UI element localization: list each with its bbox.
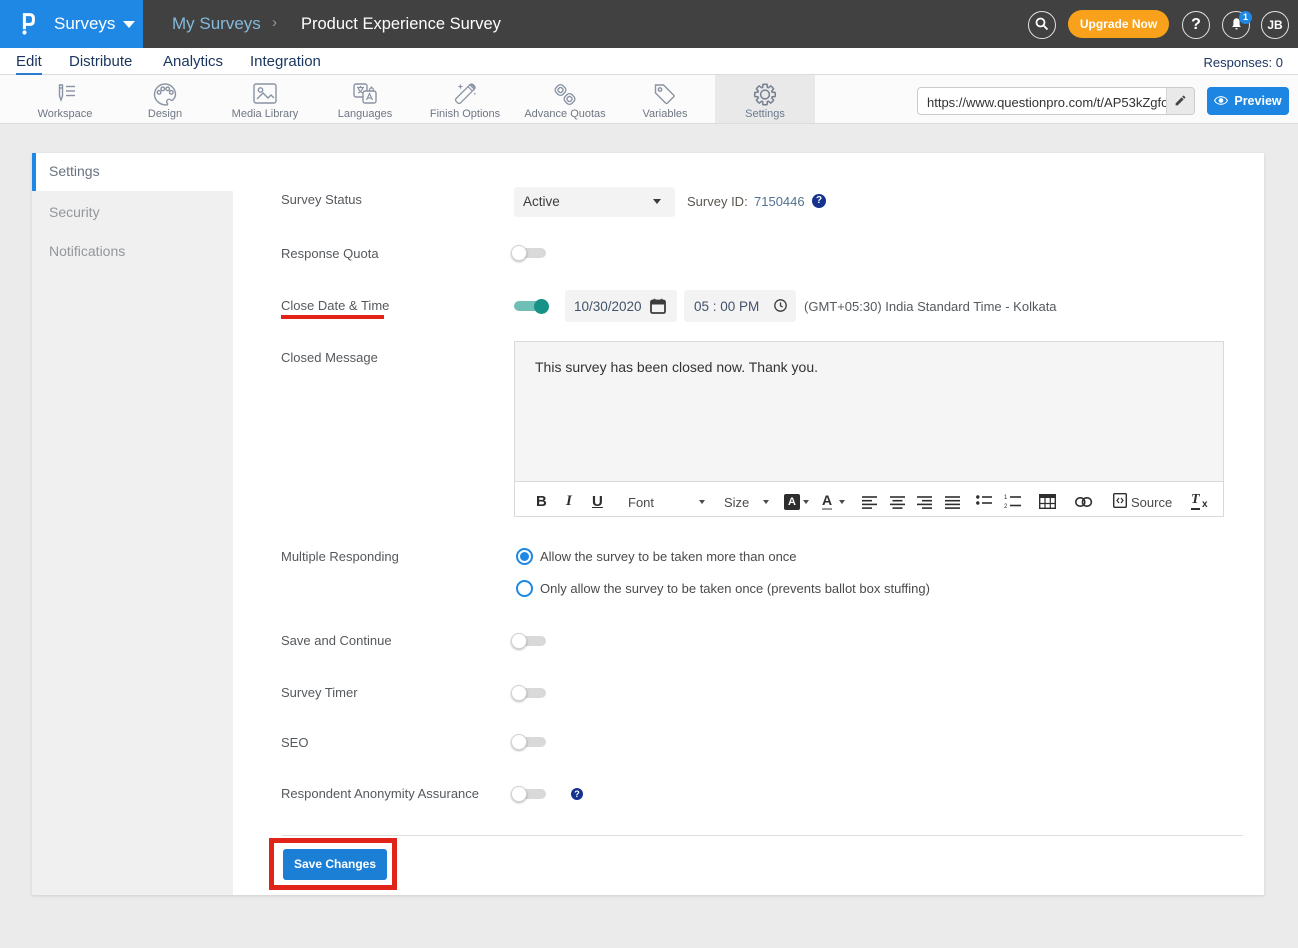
svg-text:1: 1: [1004, 495, 1008, 501]
svg-text:2: 2: [1004, 504, 1008, 510]
